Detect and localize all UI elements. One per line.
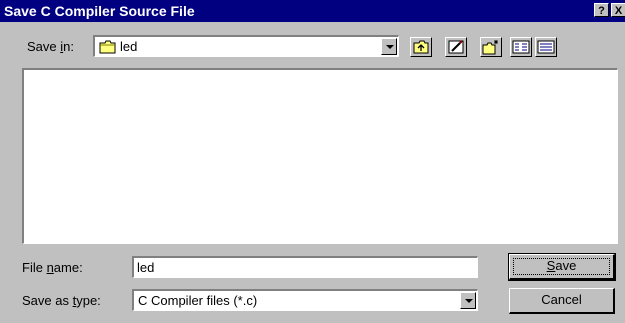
- file-name-label: File name:: [22, 260, 83, 275]
- save-as-type-label: Save as type:: [22, 293, 101, 308]
- list-view-button[interactable]: [510, 37, 532, 57]
- new-folder-icon: [482, 40, 498, 55]
- cancel-button-label: Cancel: [541, 292, 582, 307]
- close-button[interactable]: X: [611, 3, 625, 17]
- help-button[interactable]: ?: [594, 3, 609, 17]
- save-in-label: Save in:: [27, 39, 74, 54]
- up-one-level-button[interactable]: [410, 37, 432, 57]
- folder-icon: [99, 40, 116, 54]
- save-button-focus: [513, 258, 610, 275]
- desktop-icon: [448, 40, 464, 54]
- new-folder-button[interactable]: [480, 37, 502, 57]
- save-in-dropdown-arrow[interactable]: [381, 38, 397, 55]
- file-name-field[interactable]: [132, 256, 478, 278]
- save-in-dropdown[interactable]: led: [93, 35, 399, 57]
- title-bar: Save C Compiler Source File ? X: [0, 0, 625, 22]
- save-as-type-value: C Compiler files (*.c): [138, 293, 258, 308]
- file-list[interactable]: [22, 68, 618, 244]
- up-one-level-icon: [413, 40, 429, 54]
- save-in-value: led: [120, 39, 138, 54]
- file-name-input[interactable]: [137, 259, 467, 275]
- help-icon: ?: [598, 5, 605, 17]
- list-view-icon: [512, 40, 530, 54]
- desktop-button[interactable]: [445, 37, 467, 57]
- details-view-icon: [537, 40, 555, 54]
- close-icon: X: [614, 5, 623, 17]
- save-as-type-dropdown-arrow[interactable]: [460, 292, 476, 309]
- save-button[interactable]: Save: [508, 253, 616, 281]
- save-as-type-dropdown[interactable]: C Compiler files (*.c): [132, 289, 478, 311]
- cancel-button[interactable]: Cancel: [509, 288, 615, 314]
- details-view-button[interactable]: [535, 37, 557, 57]
- window-title: Save C Compiler Source File: [4, 3, 195, 19]
